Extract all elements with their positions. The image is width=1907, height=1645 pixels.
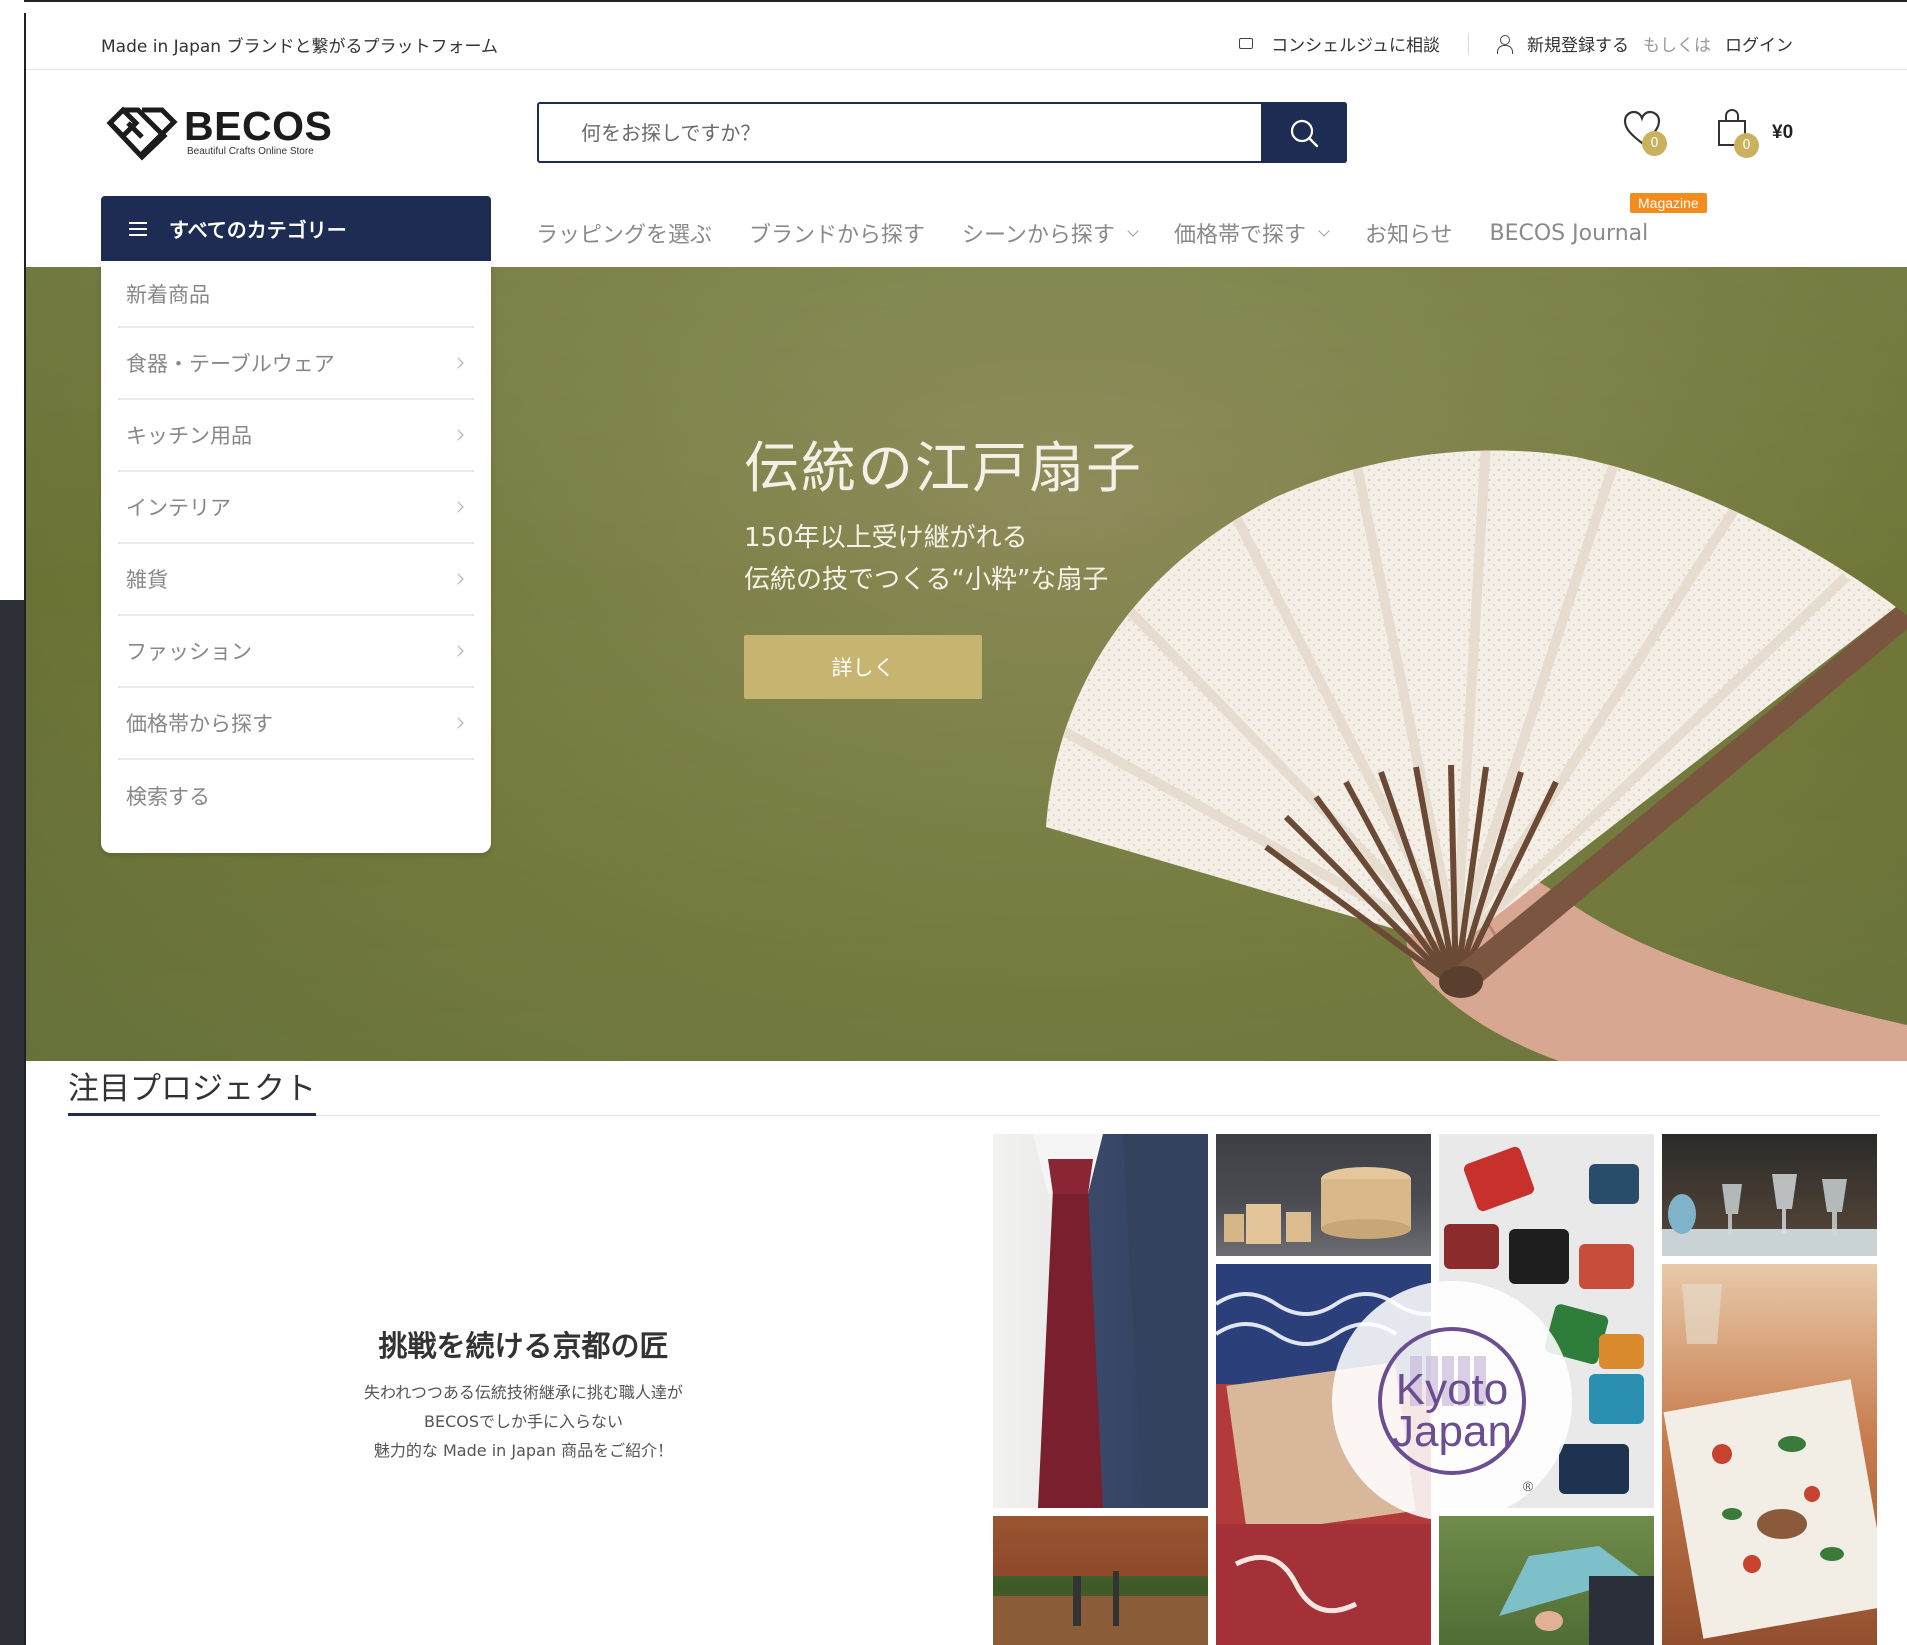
category-label: インテリア: [126, 496, 231, 520]
hero-subtitle-line1: 150年以上受け継がれる: [744, 523, 1028, 553]
register-link[interactable]: 新規登録する: [1527, 31, 1629, 56]
folding-fan-image: [1046, 450, 1907, 1061]
search-button[interactable]: [1261, 102, 1347, 163]
section-divider: [68, 1115, 1880, 1116]
concierge-link[interactable]: コンシェルジュに相談: [1271, 31, 1440, 56]
or-text: もしくは: [1643, 36, 1711, 56]
magazine-badge: Magazine: [1630, 193, 1707, 213]
chevron-right-icon: [452, 501, 464, 513]
featured-section-title: 注目プロジェクト: [68, 1071, 316, 1107]
nav-label: ブランドから探す: [749, 223, 926, 248]
becos-logo[interactable]: BECOS Beautiful Crafts Online Store: [106, 101, 332, 161]
category-label: 価格帯から探す: [126, 712, 273, 736]
hero-details-button[interactable]: 詳しく: [744, 635, 982, 699]
topbar-divider: [1468, 32, 1469, 55]
nav-label: お知らせ: [1364, 223, 1453, 248]
chevron-right-icon: [452, 357, 464, 369]
category-menu: 新着商品 食器・テーブルウェア キッチン用品 インテリア 雑貨 ファッション 価…: [101, 261, 491, 853]
nav-news[interactable]: お知らせ: [1365, 217, 1453, 249]
category-item-fashion[interactable]: ファッション: [118, 616, 474, 688]
svg-text:®: ®: [1523, 1478, 1534, 1494]
category-item-new[interactable]: 新着商品: [118, 261, 474, 328]
collage-tie-photo: [993, 1134, 1208, 1508]
search-bar: [537, 102, 1347, 163]
kyoto-logo-line2: Japan: [1392, 1407, 1512, 1456]
category-item-price[interactable]: 価格帯から探す: [118, 688, 474, 760]
logo-wordmark: BECOS Beautiful Crafts Online Store: [184, 102, 333, 157]
category-label: キッチン用品: [126, 424, 252, 448]
hero-title: 伝統の江戸扇子: [744, 436, 1144, 500]
user-icon: [1497, 34, 1513, 54]
mail-icon: [1239, 38, 1254, 49]
category-item-interior[interactable]: インテリア: [118, 472, 474, 544]
category-item-tableware[interactable]: 食器・テーブルウェア: [118, 328, 474, 400]
cart-count-badge: 0: [1734, 133, 1759, 158]
project-desc-line3: 魅力的な Made in Japan 商品をご紹介！: [373, 1441, 674, 1460]
project-description: 失われつつある伝統技術継承に挑む職人達が BECOSでしか手に入らない 魅力的な…: [26, 1378, 1021, 1465]
chevron-down-icon: [1127, 224, 1139, 237]
collage-food-photo: [1662, 1264, 1877, 1645]
collage-fan-photo: [1439, 1516, 1654, 1645]
nav-journal[interactable]: BECOS Journal: [1490, 217, 1649, 249]
cart-total: ¥0: [1772, 122, 1794, 143]
collage-woodware-photo: [1216, 1134, 1431, 1256]
category-item-goods[interactable]: 雑貨: [118, 544, 474, 616]
chevron-down-icon: [1318, 224, 1330, 237]
hero-subtitle-line2: 伝統の技でつくる“小粋”な扇子: [744, 565, 1109, 595]
nav-label: ラッピングを選ぶ: [536, 223, 713, 248]
nav-price[interactable]: 価格帯で探す: [1173, 217, 1330, 249]
window-top-border: [24, 0, 1907, 13]
login-link[interactable]: ログイン: [1725, 31, 1793, 56]
category-label: 新着商品: [126, 282, 210, 307]
nav-scenes[interactable]: シーンから探す: [962, 217, 1139, 249]
project-title: 挑戦を続ける京都の匠: [378, 1329, 669, 1363]
top-utility-bar: Made in Japan ブランドと繋がるプラットフォーム コンシェルジュに相…: [26, 13, 1907, 70]
hamburger-icon: [129, 221, 147, 236]
logo-name: BECOS: [184, 102, 333, 149]
wishlist-button[interactable]: 0: [1622, 109, 1672, 159]
left-edge-strip: [0, 600, 24, 1645]
hero-subtitle: 150年以上受け継がれる 伝統の技でつくる“小粋”な扇子: [744, 517, 1108, 601]
all-categories-label: すべてのカテゴリー: [169, 218, 347, 242]
collage-glassware-photo: [1662, 1134, 1877, 1256]
section-title-underline: [68, 1113, 316, 1116]
nav-brands[interactable]: ブランドから探す: [749, 217, 925, 249]
nav-wrapping[interactable]: ラッピングを選ぶ: [536, 217, 712, 249]
search-icon: [1290, 119, 1319, 147]
kyoto-japan-logo: Kyoto Japan ®: [1332, 1281, 1572, 1521]
category-label: 雑貨: [126, 568, 168, 592]
collage-garden-photo: [993, 1516, 1208, 1645]
category-item-search[interactable]: 検索する: [118, 760, 474, 832]
all-categories-button[interactable]: すべてのカテゴリー: [101, 196, 491, 261]
category-label: ファッション: [126, 640, 252, 664]
chevron-right-icon: [452, 429, 464, 441]
tagline: Made in Japan ブランドと繋がるプラットフォーム: [101, 37, 498, 57]
nav-label: 価格帯で探す: [1173, 223, 1306, 248]
chevron-right-icon: [452, 645, 464, 657]
search-input[interactable]: [541, 106, 1261, 159]
heart-diamond-logo-icon: [106, 106, 178, 161]
main-nav: ラッピングを選ぶ ブランドから探す シーンから探す 価格帯で探す お知らせ BE…: [536, 217, 1685, 249]
logo-subtitle: Beautiful Crafts Online Store: [187, 145, 314, 157]
nav-label: シーンから探す: [962, 223, 1115, 248]
category-label: 食器・テーブルウェア: [126, 352, 335, 376]
topbar-links: コンシェルジュに相談 新規登録する もしくは ログイン: [1239, 31, 1793, 56]
project-desc-line2: BECOSでしか手に入らない: [423, 1412, 623, 1431]
page-frame: Made in Japan ブランドと繋がるプラットフォーム コンシェルジュに相…: [24, 13, 1907, 1645]
category-item-kitchen[interactable]: キッチン用品: [118, 400, 474, 472]
project-desc-line1: 失われつつある伝統技術継承に挑む職人達が: [364, 1383, 683, 1402]
nav-label: BECOS Journal: [1489, 220, 1649, 246]
category-label: 検索する: [126, 785, 210, 809]
chevron-right-icon: [452, 717, 464, 729]
wishlist-count-badge: 0: [1642, 131, 1667, 156]
cart-button[interactable]: 0: [1716, 108, 1766, 159]
chevron-right-icon: [452, 573, 464, 585]
